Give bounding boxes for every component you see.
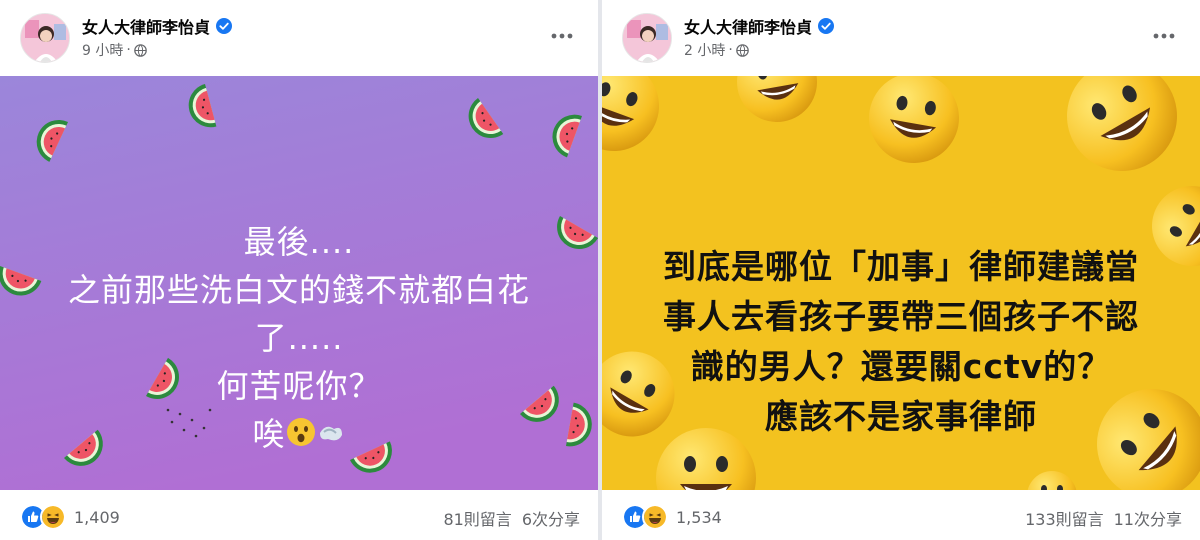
post-timestamp[interactable]: 2 小時 [684,40,725,60]
shares-count[interactable]: 6次分享 [522,506,580,530]
author-avatar[interactable] [622,13,672,63]
author-avatar[interactable] [20,13,70,63]
haha-reaction-icon [40,504,66,530]
more-options-button[interactable] [1146,24,1182,48]
reactions-count[interactable]: 1,409 [74,508,120,527]
haha-reaction-icon [642,504,668,530]
verified-badge-icon [818,18,835,34]
dashing-away-icon [316,412,346,460]
comments-count[interactable]: 81則留言 [443,506,511,530]
post-header: 女人大律師李怡貞 2 小時 · [602,0,1200,76]
reactions-count[interactable]: 1,534 [676,508,722,527]
astonished-face-icon [286,412,316,460]
author-name[interactable]: 女人大律師李怡貞 [82,14,233,38]
post-meta: 2 小時 · [684,40,749,60]
post-image[interactable]: 最後.... 之前那些洗白文的錢不就都白花 了..... 何苦呢你？ 唉 [0,76,598,490]
author-name-text[interactable]: 女人大律師李怡貞 [82,14,210,38]
globe-icon [134,43,147,57]
author-name[interactable]: 女人大律師李怡貞 [684,14,835,38]
more-options-icon [1153,33,1175,39]
globe-icon [736,43,749,57]
shares-count[interactable]: 11次分享 [1114,506,1182,530]
meta-separator: · [126,42,131,58]
engagement-stats: 81則留言 6次分享 [443,506,580,530]
post-card: 女人大律師李怡貞 9 小時 · 最後.... 之前那些洗白文的錢不就都白花 了.… [0,0,598,540]
comments-count[interactable]: 133則留言 [1025,506,1104,530]
verified-badge-icon [216,18,233,34]
meta-separator: · [728,42,733,58]
post-text: 到底是哪位「加事」律師建議當 事人去看孩子要帶三個孩子不認 識的男人？還要關cc… [602,192,1200,442]
post-timestamp[interactable]: 9 小時 [82,40,123,60]
reactions-summary[interactable]: 1,409 [20,504,120,530]
reactions-summary[interactable]: 1,534 [622,504,722,530]
post-footer: 1,409 81則留言 6次分享 [0,490,598,540]
post-text: 最後.... 之前那些洗白文的錢不就都白花 了..... 何苦呢你？ 唉 [0,170,598,460]
post-text-content: 到底是哪位「加事」律師建議當 事人去看孩子要帶三個孩子不認 識的男人？還要關cc… [663,247,1139,436]
post-footer: 1,534 133則留言 11次分享 [602,490,1200,540]
more-options-icon [551,33,573,39]
engagement-stats: 133則留言 11次分享 [1025,506,1182,530]
author-name-text[interactable]: 女人大律師李怡貞 [684,14,812,38]
post-image[interactable]: 到底是哪位「加事」律師建議當 事人去看孩子要帶三個孩子不認 識的男人？還要關cc… [602,76,1200,490]
post-meta: 9 小時 · [82,40,147,60]
post-card: 女人大律師李怡貞 2 小時 · 到底是哪位「加事」律師建議當 事人去看孩子要帶三… [602,0,1200,540]
post-header: 女人大律師李怡貞 9 小時 · [0,0,598,76]
more-options-button[interactable] [544,24,580,48]
